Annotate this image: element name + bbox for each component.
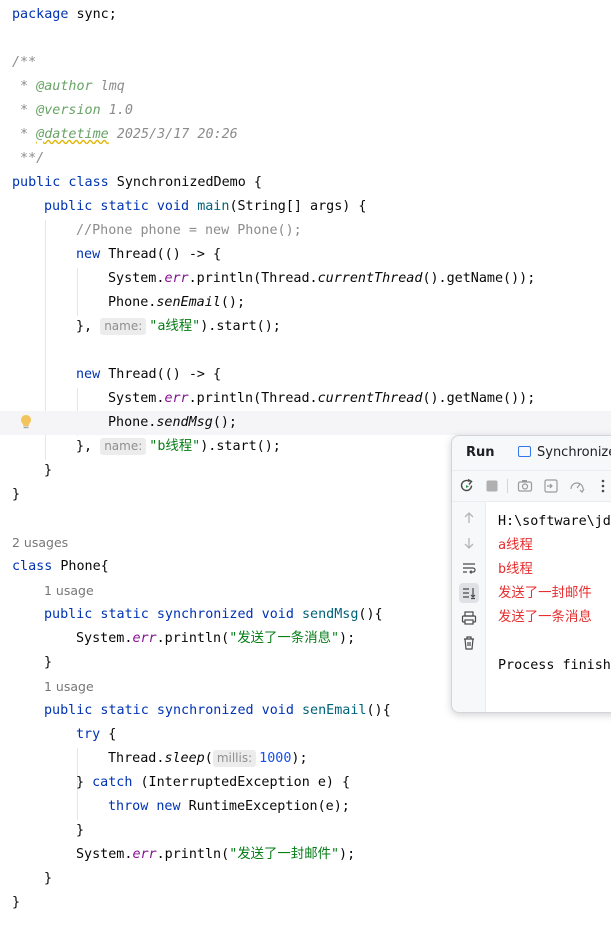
code-line-doc-datetime: * @datetime 2025/3/17 20:26 [12,127,238,142]
code-line-throw: throw new RuntimeException(e); [108,799,350,814]
console-line-thread-b: b线程 [498,562,533,577]
restore-layout-icon[interactable] [542,477,560,495]
code-line-thread-b-close: }, name: "b线程").start(); [76,438,281,455]
code-line-main-close: } [44,463,53,478]
code-line-print-mail: System.err.println("发送了一封邮件"); [76,847,356,862]
code-line-doc-version: * @version 1.0 [12,103,133,118]
code-line-catch: } catch (InterruptedException e) { [76,775,351,790]
trash-icon[interactable] [459,633,479,653]
code-line-thread-b: new Thread(() -> { [76,367,222,382]
param-hint: millis: [212,750,257,767]
run-tool-window: Run SynchronizedDemo [451,435,611,713]
console-tab-icon [518,446,531,457]
code-line-send-msg-call: Phone.sendMsg(); [0,411,611,435]
console-line-path: H:\software\jdk [498,514,611,529]
code-line-doc-close: **/ [12,151,45,166]
code-line-send-msg-decl: public static synchronized void sendMsg(… [44,607,383,622]
param-hint: name: [100,438,147,455]
up-arrow-icon[interactable] [459,508,479,528]
code-line-catch-close: } [76,823,85,838]
code-line-sleep: Thread.sleep(millis: 1000); [108,750,308,767]
console-output[interactable]: H:\software\jdk a线程 b线程 发送了一封邮件 发送了一条消息 … [486,502,611,712]
run-title: Run [466,445,495,460]
console-line-msg: 发送了一条消息 [498,610,592,625]
code-line-print-thread-b: System.err.println(Thread.currentThread(… [108,391,536,406]
code-line-sen-email-decl: public static synchronized void senEmail… [44,703,391,718]
code-line-doc-open: /** [12,55,37,70]
down-arrow-icon[interactable] [459,533,479,553]
code-line-doc-author: * @author lmq [12,79,125,94]
toolbar-separator [507,479,508,493]
soft-wrap-icon[interactable] [459,558,479,578]
scroll-to-end-icon[interactable] [459,583,479,603]
code-line-print-thread-a: System.err.println(Thread.currentThread(… [108,271,536,286]
code-line-package: package sync; [12,7,117,22]
param-hint: name: [100,318,147,335]
code-line-phone-class: class Phone{ [12,559,109,574]
code-line-sen-email-call: Phone.senEmail(); [108,295,246,310]
usage-hint-sen-email[interactable]: 1 usage [44,675,94,699]
code-line-comment: //Phone phone = new Phone(); [76,223,302,238]
code-line-class-close: } [12,487,21,502]
dashboard-icon[interactable] [568,477,586,495]
code-line-thread-a-close: }, name: "a线程").start(); [76,318,281,335]
console-line-thread-a: a线程 [498,538,533,553]
console-line-mail: 发送了一封邮件 [498,586,592,601]
indent-guide [77,268,78,316]
code-line-try: try { [76,727,117,742]
code-line-main: public static void main(String[] args) { [44,199,367,214]
usage-hint-phone[interactable]: 2 usages [12,531,68,555]
camera-icon[interactable] [516,477,534,495]
tab-synchronized-demo[interactable]: SynchronizedDemo [518,445,611,460]
code-line-print-msg: System.err.println("发送了一条消息"); [76,631,356,646]
run-side-toolbar [452,502,486,712]
stop-icon[interactable] [483,477,501,495]
code-line-phone-close: } [12,895,21,910]
usage-hint-send-msg[interactable]: 1 usage [44,579,94,603]
code-line-thread-a: new Thread(() -> { [76,247,222,262]
code-line-send-msg-close: } [44,655,53,670]
console-line-process: Process finished [498,658,611,673]
run-toolbar [452,471,611,502]
run-header: Run SynchronizedDemo [452,436,611,471]
lightbulb-icon[interactable] [20,414,32,430]
rerun-icon[interactable] [458,477,476,495]
more-icon[interactable] [594,477,611,495]
print-icon[interactable] [459,608,479,628]
code-line-class-decl: public class SynchronizedDemo { [12,175,262,190]
code-line-sen-email-close: } [44,871,53,886]
